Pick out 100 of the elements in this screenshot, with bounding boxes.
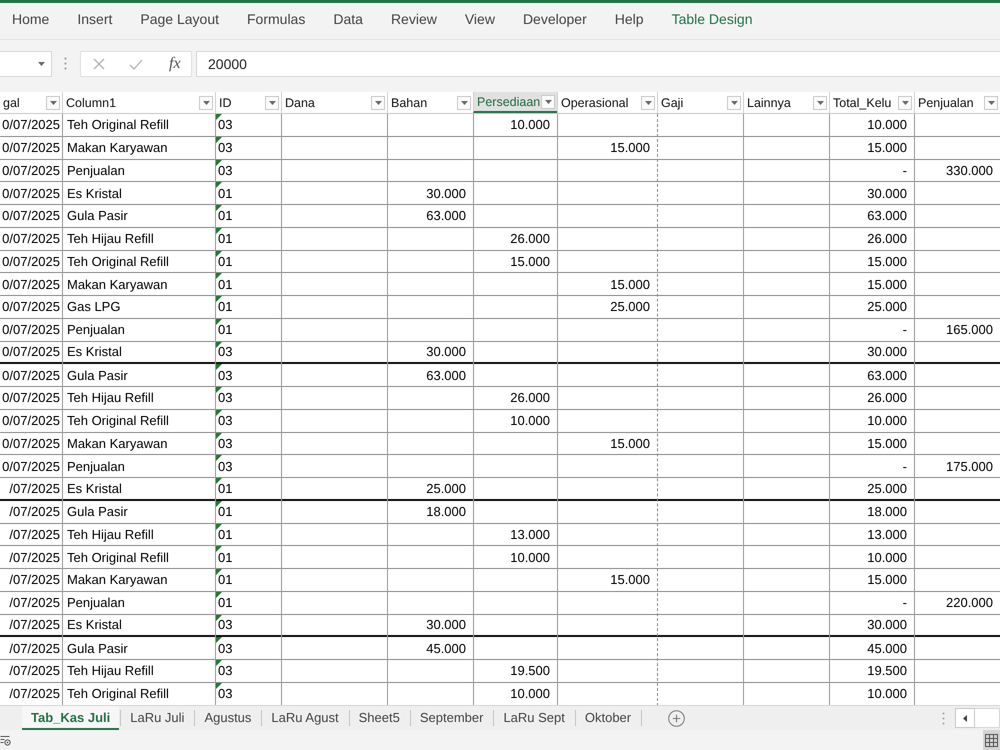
header-text: Penjualan bbox=[918, 96, 974, 110]
table-cell-text: 0/07/2025 bbox=[1, 366, 61, 385]
column-header[interactable]: gal bbox=[0, 92, 62, 113]
table-cell-text: 0/07/2025 bbox=[1, 343, 61, 362]
table-cell-text: 03 bbox=[217, 366, 234, 385]
ribbon-tab[interactable]: Help bbox=[614, 10, 644, 32]
ribbon-tab[interactable]: Table Design bbox=[672, 10, 752, 32]
table-cell-text: /07/2025 bbox=[8, 662, 61, 680]
scroll-left-button[interactable] bbox=[955, 708, 975, 728]
column-header[interactable]: ID bbox=[215, 92, 281, 113]
ribbon-tab[interactable]: Page Layout bbox=[140, 10, 219, 32]
formula-field[interactable]: 20000 bbox=[196, 51, 1000, 77]
sheet-tab[interactable]: Tab_Kas Juli bbox=[22, 706, 120, 730]
column-header[interactable]: Persediaan bbox=[473, 92, 557, 113]
header-text: Total_Kelu bbox=[833, 96, 892, 110]
sheet-tab[interactable]: LaRu Agust bbox=[262, 706, 348, 730]
table-cell-text: 01 bbox=[217, 184, 234, 203]
caret-icon bbox=[816, 100, 824, 104]
caret-icon bbox=[460, 100, 468, 104]
table-cell-text: 01 bbox=[217, 480, 234, 498]
ribbon-tab[interactable]: Home bbox=[12, 10, 50, 32]
filter-button[interactable] bbox=[371, 96, 385, 110]
table-cell-text: 15.000 bbox=[609, 139, 651, 158]
column-header[interactable]: Column1 bbox=[62, 92, 215, 113]
filter-button[interactable] bbox=[813, 96, 827, 110]
table-cell-text: 63.000 bbox=[425, 207, 467, 226]
table-cell-text: 03 bbox=[217, 662, 234, 680]
sheet-tab[interactable]: September bbox=[410, 706, 492, 730]
ribbon-tab[interactable]: Data bbox=[333, 10, 363, 32]
sheet-tab[interactable]: LaRu Juli bbox=[121, 706, 194, 730]
table-cell-text: 03 bbox=[217, 616, 234, 634]
caret-icon bbox=[268, 100, 276, 104]
table-cell-text: 25.000 bbox=[866, 298, 908, 316]
table-cell-text: 0/07/2025 bbox=[1, 321, 61, 340]
sheet-tab[interactable]: Agustus bbox=[195, 706, 260, 730]
table-cell-text: 30.000 bbox=[425, 184, 467, 203]
table-cell-text: 03 bbox=[217, 640, 234, 658]
filter-button[interactable] bbox=[541, 94, 555, 108]
filter-button[interactable] bbox=[46, 96, 60, 110]
table-cell-text: Gula Pasir bbox=[66, 640, 129, 658]
table-cell-text: Gula Pasir bbox=[66, 503, 129, 522]
header-text: gal bbox=[3, 96, 20, 110]
filter-button[interactable] bbox=[641, 96, 655, 110]
table-cell-text: 0/07/2025 bbox=[1, 116, 61, 134]
ribbon-tab[interactable]: View bbox=[464, 10, 495, 32]
ribbon-tab[interactable]: Insert bbox=[77, 10, 112, 32]
table-cell-text: 15.000 bbox=[866, 139, 908, 158]
table-cell-text: Teh Original Refill bbox=[66, 548, 170, 567]
column-header[interactable]: Bahan bbox=[387, 92, 473, 113]
sheet-tab[interactable]: LaRu Sept bbox=[494, 706, 574, 730]
column-header[interactable]: Gaji bbox=[657, 92, 743, 113]
insert-function-button[interactable]: fx bbox=[169, 55, 181, 73]
table-cell-text: /07/2025 bbox=[8, 616, 61, 634]
filter-button[interactable] bbox=[727, 96, 741, 110]
table-cell-text: - bbox=[902, 458, 908, 476]
table-cell-text: 26.000 bbox=[509, 230, 551, 248]
column-header[interactable]: Operasional bbox=[557, 92, 657, 113]
view-button[interactable] bbox=[983, 730, 1000, 750]
table-cell-text: Penjualan bbox=[66, 162, 126, 180]
table-cell-text: 0/07/2025 bbox=[1, 412, 61, 430]
sheet-tab[interactable]: Sheet5 bbox=[350, 706, 409, 730]
ribbon-tab[interactable]: Developer bbox=[522, 10, 587, 32]
table-cell-text: 30.000 bbox=[866, 616, 908, 634]
table-cell-text: 63.000 bbox=[866, 207, 908, 226]
filter-button[interactable] bbox=[984, 96, 998, 110]
plus-circle-icon bbox=[668, 710, 686, 726]
table-cell-text: 30.000 bbox=[866, 184, 908, 203]
ribbon-tab[interactable]: Review bbox=[390, 10, 437, 32]
table-cell-text: 0/07/2025 bbox=[1, 276, 61, 294]
table-cell-text: 01 bbox=[217, 321, 234, 340]
table-cell-text: Makan Karyawan bbox=[66, 571, 168, 590]
filter-button[interactable] bbox=[199, 96, 213, 110]
table-cell-text: 10.000 bbox=[866, 548, 908, 567]
table-gear-icon[interactable] bbox=[0, 734, 11, 746]
filter-button[interactable] bbox=[265, 96, 279, 110]
table-cell-text: 26.000 bbox=[866, 230, 908, 248]
table-cell-text: 0/07/2025 bbox=[1, 389, 61, 408]
table-cell-text: Teh Hijau Refill bbox=[66, 662, 155, 680]
filter-button[interactable] bbox=[457, 96, 471, 110]
table-cell-text: Es Kristal bbox=[66, 480, 123, 498]
horizontal-scrollbar[interactable] bbox=[975, 708, 1000, 728]
table-cell-text: 10.000 bbox=[866, 116, 908, 134]
ribbon-tab[interactable]: Formulas bbox=[247, 10, 306, 32]
table-cell-text: Teh Hijau Refill bbox=[66, 526, 155, 544]
column-header[interactable]: Penjualan bbox=[914, 92, 1000, 113]
table-cell-text: Es Kristal bbox=[66, 343, 123, 362]
column-header[interactable]: Dana bbox=[281, 92, 387, 113]
filter-button[interactable] bbox=[898, 96, 912, 110]
table-cell-text: 03 bbox=[217, 116, 234, 134]
table-cell-text: Makan Karyawan bbox=[66, 434, 168, 453]
table-cell-text: Es Kristal bbox=[66, 616, 123, 634]
grip-dots-icon[interactable] bbox=[942, 712, 945, 724]
table-cell-text: 19.500 bbox=[866, 662, 908, 680]
table-cell-text: 25.000 bbox=[609, 298, 651, 316]
column-header[interactable]: Total_Kelu bbox=[829, 92, 914, 113]
table-cell-text: 10.000 bbox=[866, 685, 908, 704]
table-cell-text: 18.000 bbox=[425, 503, 467, 522]
table-cell-text: 15.000 bbox=[609, 276, 651, 294]
sheet-tab[interactable]: Oktober bbox=[576, 706, 640, 730]
column-header[interactable]: Lainnya bbox=[743, 92, 829, 113]
